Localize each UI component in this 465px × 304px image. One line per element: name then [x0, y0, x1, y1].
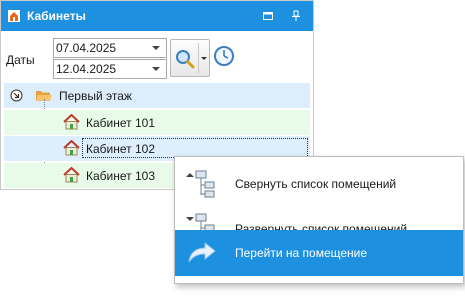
house-icon — [63, 166, 80, 186]
house-icon — [63, 113, 80, 133]
collapse-tree-icon — [183, 169, 217, 202]
menu-item-collapse-rooms[interactable]: Свернуть список помещений — [175, 163, 463, 203]
search-button[interactable] — [170, 39, 210, 77]
date-to-field[interactable]: 12.04.2025 — [53, 59, 167, 79]
maximize-icon[interactable] — [262, 10, 274, 22]
room-label: Кабинет 102 — [86, 142, 155, 156]
clock-icon[interactable] — [213, 45, 235, 70]
split-divider — [198, 43, 199, 73]
pin-icon[interactable] — [290, 10, 302, 22]
room-label: Кабинет 101 — [86, 116, 155, 130]
chevron-down-icon[interactable] — [152, 46, 160, 50]
date-from-value: 07.04.2025 — [56, 41, 117, 55]
collapse-arrow-icon[interactable] — [10, 89, 23, 105]
date-to-value: 12.04.2025 — [56, 62, 117, 76]
menu-item-go-to-room[interactable]: Перейти на помещение — [175, 230, 463, 276]
date-from-field[interactable]: 07.04.2025 — [53, 38, 167, 58]
menu-item-label: Перейти на помещение — [235, 246, 368, 260]
panel-title: Кабинеты — [27, 9, 86, 23]
panel-titlebar: Кабинеты — [1, 1, 313, 31]
room-label: Кабинет 103 — [86, 169, 155, 183]
home-icon — [7, 9, 21, 26]
tree-root-row[interactable]: Первый этаж — [4, 83, 310, 108]
chevron-down-icon[interactable] — [201, 57, 207, 60]
dates-label: Даты — [6, 53, 35, 67]
tree-item-room[interactable]: Кабинет 101 — [4, 110, 310, 135]
menu-item-label: Свернуть список помещений — [235, 177, 397, 191]
chevron-down-icon[interactable] — [152, 67, 160, 71]
house-icon — [63, 139, 80, 159]
go-arrow-icon — [187, 240, 217, 269]
context-menu: Свернуть список помещений Развернуть спи… — [174, 156, 464, 284]
magnifier-icon — [175, 49, 195, 72]
tree-root-label: Первый этаж — [59, 89, 132, 103]
